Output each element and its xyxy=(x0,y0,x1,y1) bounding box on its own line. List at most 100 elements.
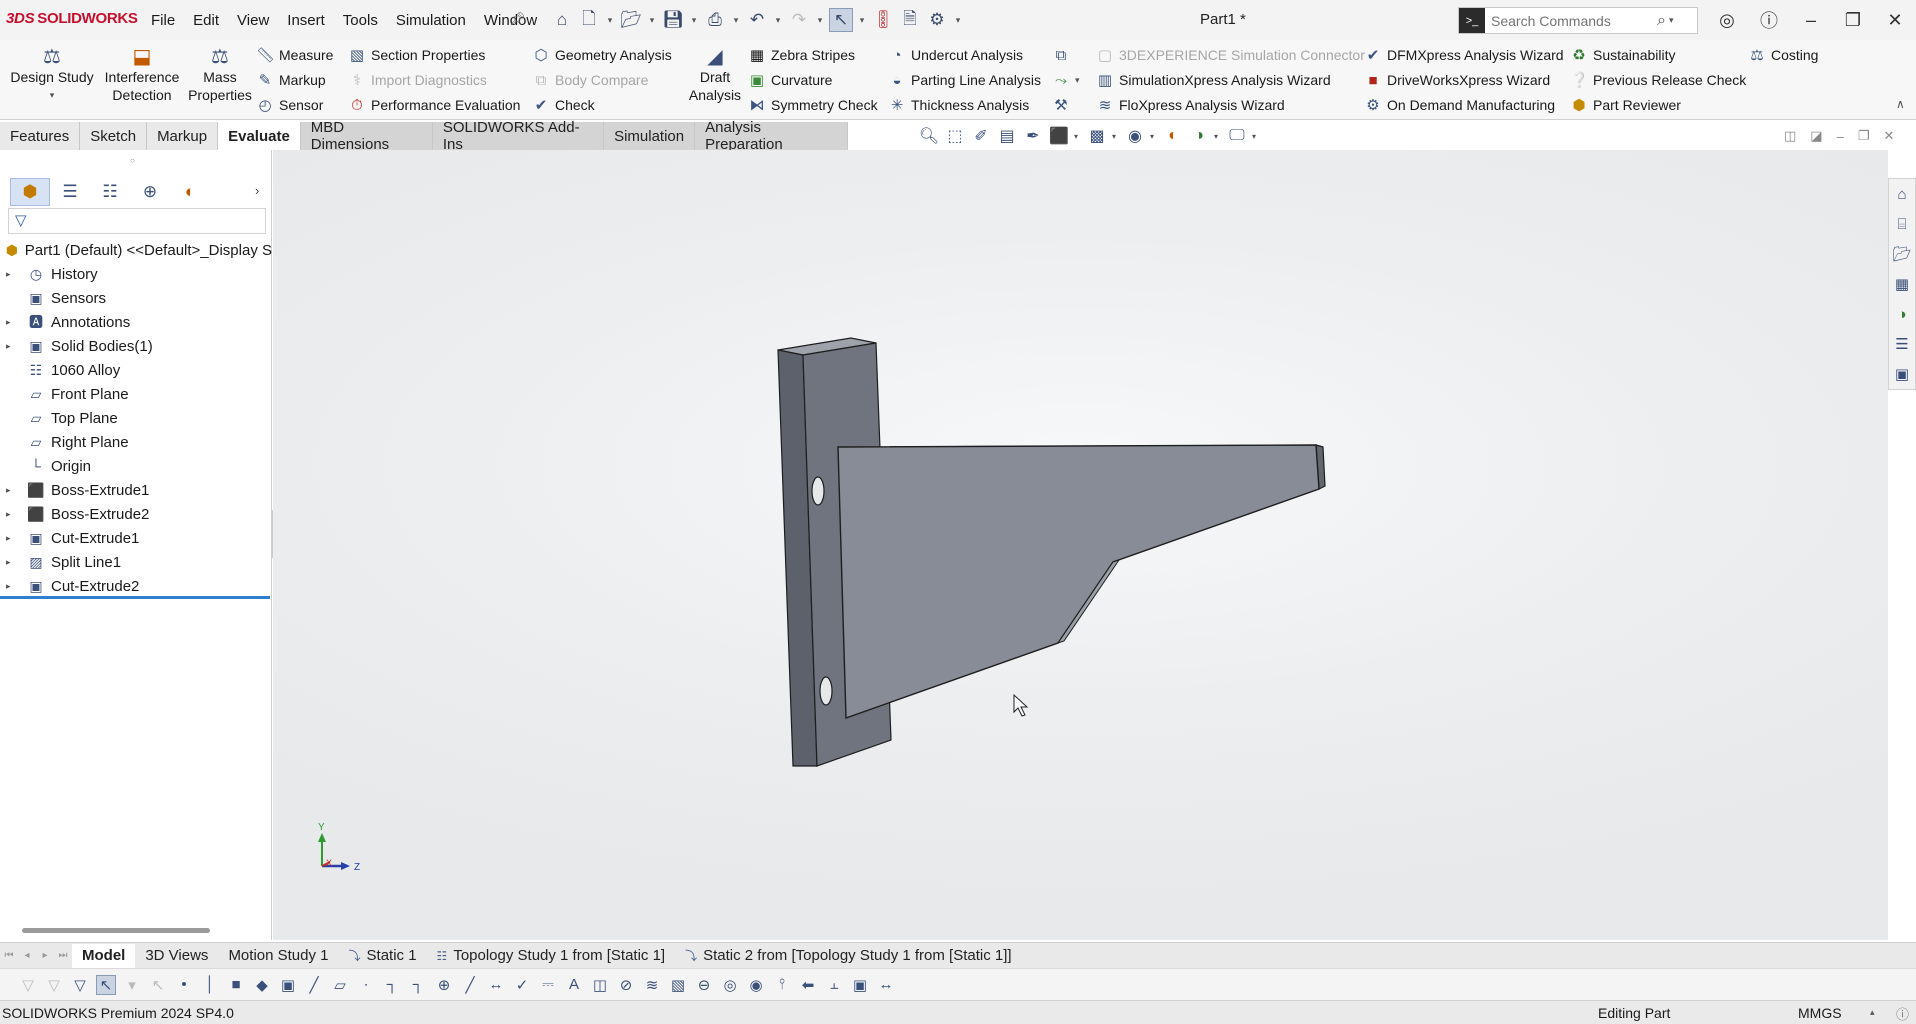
display-style-dropdown-icon[interactable]: ▾ xyxy=(1112,132,1120,141)
tab-solidworks-add-ins[interactable]: SOLIDWORKS Add-Ins xyxy=(432,119,605,153)
clear-filters-icon[interactable]: ▽ xyxy=(44,976,64,994)
smart-select-icon[interactable]: ↖ xyxy=(148,976,168,994)
draft-analysis-button[interactable]: ◢ Draft Analysis xyxy=(688,46,742,104)
tree-root-part[interactable]: ⬢ Part1 (Default) <<Default>_Display S xyxy=(0,238,272,262)
design-library-icon[interactable]: ⌸ xyxy=(1889,209,1915,239)
filter-faces-icon[interactable]: ■ xyxy=(226,976,246,993)
interference-detection-button[interactable]: ⬓ Interference Detection xyxy=(100,46,184,104)
undo-icon[interactable]: ↶ xyxy=(745,8,769,32)
expand-icon[interactable]: ▸ xyxy=(6,341,18,352)
geometry-analysis-button[interactable]: ⬡ Geometry Analysis xyxy=(532,43,671,67)
tree-item-front-plane[interactable]: ▱ Front Plane xyxy=(0,382,272,406)
close-icon[interactable]: ✕ xyxy=(1874,6,1916,34)
undercut-analysis-button[interactable]: ◔ Undercut Analysis xyxy=(888,43,1023,67)
file-properties-icon[interactable]: 🗎︎ xyxy=(898,8,922,32)
tree-item-split-line1[interactable]: ▸ ▨ Split Line1 xyxy=(0,550,272,574)
select-dropdown-icon[interactable]: ▾ xyxy=(856,15,868,26)
sensor-button[interactable]: ◴ Sensor xyxy=(256,93,323,117)
costing-button[interactable]: ⚖ Costing xyxy=(1748,43,1818,67)
filter-blocks-icon[interactable]: ▧ xyxy=(668,976,688,994)
previous-release-check-button[interactable]: ❔ Previous Release Check xyxy=(1570,68,1746,92)
apply-scene-dropdown-icon[interactable]: ▾ xyxy=(1214,132,1222,141)
select-cursor-icon[interactable]: ↖ xyxy=(829,8,853,32)
custom-properties-icon[interactable]: ☰ xyxy=(1889,329,1915,359)
expand-icon[interactable]: ▸ xyxy=(6,533,18,544)
search-icon[interactable]: ⌕ xyxy=(1657,12,1666,30)
display-style-icon[interactable]: ▩ xyxy=(1086,126,1108,146)
unit-system[interactable]: MMGS xyxy=(1798,1005,1842,1021)
select-tool-icon[interactable]: ↖ xyxy=(96,974,116,995)
3dexperience-simulation-connector-button[interactable]: ▢ 3DEXPERIENCE Simulation Connector xyxy=(1096,43,1365,67)
selection-filter-icon[interactable]: ▽ xyxy=(70,976,90,994)
expand-icon[interactable]: ▸ xyxy=(6,485,18,496)
rollback-bar[interactable] xyxy=(0,596,270,599)
tree-item-cut-extrude2[interactable]: ▸ ▣ Cut-Extrude2 xyxy=(0,574,272,598)
previous-view-icon[interactable]: ✐ xyxy=(970,126,992,146)
solidworks-logo[interactable]: 3DS SOLIDWORKS xyxy=(6,10,138,27)
import-diagnostics-button[interactable]: ⚕ Import Diagnostics xyxy=(348,68,487,92)
print-dropdown-icon[interactable]: ▾ xyxy=(730,15,742,26)
filter-edges-icon[interactable]: │ xyxy=(200,976,220,993)
filter-notes-icon[interactable]: A xyxy=(564,976,584,993)
tree-item-material[interactable]: ☷ 1060 Alloy xyxy=(0,358,272,382)
viewport-restore-icon[interactable]: ❐ xyxy=(1858,128,1870,144)
filter-surface-bodies-icon[interactable]: ◆ xyxy=(252,976,272,994)
open-icon[interactable]: 📂︎ xyxy=(619,8,643,32)
symmetry-check-button[interactable]: ⧑ Symmetry Check xyxy=(748,93,878,117)
measure-button[interactable]: 📏︎ Measure xyxy=(256,43,333,67)
restore-icon[interactable]: ❐ xyxy=(1832,6,1874,34)
deviation-analysis-button[interactable]: ⤳ ▾ xyxy=(1052,68,1080,92)
filter-solid-bodies-icon[interactable]: ▣ xyxy=(278,976,298,994)
expand-icon[interactable]: ▸ xyxy=(6,557,18,568)
tree-horizontal-scrollbar[interactable] xyxy=(22,928,210,933)
help-icon[interactable]: ⓘ xyxy=(1748,6,1790,34)
performance-evaluation-button[interactable]: ⏱ Performance Evaluation xyxy=(348,93,520,117)
filter-vertices-icon[interactable]: • xyxy=(174,976,194,993)
tree-item-cut-extrude1[interactable]: ▸ ▣ Cut-Extrude1 xyxy=(0,526,272,550)
scale-tools-button[interactable]: ⚒ xyxy=(1052,93,1070,117)
tab-motion-study-1[interactable]: Motion Study 1 xyxy=(218,944,338,968)
tree-item-right-plane[interactable]: ▱ Right Plane xyxy=(0,430,272,454)
tab-simulation[interactable]: Simulation xyxy=(604,122,696,150)
design-study-button[interactable]: ⚖ Design Study ▾ xyxy=(8,46,96,104)
tree-filter-field[interactable]: ▽ xyxy=(8,208,266,234)
account-icon[interactable]: ◎ xyxy=(1706,6,1748,34)
solidworks-forum-icon[interactable]: ▣ xyxy=(1889,359,1915,389)
tab-topology-study-1[interactable]: ☷ Topology Study 1 from [Static 1] xyxy=(427,944,676,968)
menu-edit[interactable]: Edit xyxy=(184,10,228,31)
driveworksxpress-button[interactable]: ■ DriveWorksXpress Wizard xyxy=(1364,68,1550,92)
tree-item-boss-extrude1[interactable]: ▸ ⬛ Boss-Extrude1 xyxy=(0,478,272,502)
part-model-view[interactable]: Y X Z xyxy=(273,150,1888,940)
select-dropdown-icon[interactable]: ▾ xyxy=(122,976,142,994)
previous-tab-icon[interactable]: ◂ xyxy=(18,950,36,961)
filter-cables-icon[interactable]: ⫠ xyxy=(824,976,844,993)
simulationxpress-button[interactable]: ▥ SimulationXpress Analysis Wizard xyxy=(1096,68,1331,92)
view-orientation-dropdown-icon[interactable]: ▾ xyxy=(1074,132,1082,141)
body-compare-button[interactable]: ⧉ Body Compare xyxy=(532,68,649,92)
tile-left-icon[interactable]: ◫ xyxy=(1784,128,1796,144)
filter-center-marks-icon[interactable]: ⊕ xyxy=(434,976,454,994)
sustainability-button[interactable]: ♻ Sustainability xyxy=(1570,43,1675,67)
zebra-stripes-button[interactable]: ▦ Zebra Stripes xyxy=(748,43,855,67)
redo-dropdown-icon[interactable]: ▾ xyxy=(814,15,826,26)
filter-dimensions-icon[interactable]: ↔ xyxy=(486,976,506,993)
dynamic-annotation-icon[interactable]: ✒ xyxy=(1022,126,1044,146)
filter-weld-symbols-icon[interactable]: ⎓ xyxy=(538,976,558,993)
expand-panel-arrow-icon[interactable]: › xyxy=(255,183,259,198)
tile-right-icon[interactable]: ◪ xyxy=(1810,128,1822,144)
open-dropdown-icon[interactable]: ▾ xyxy=(646,15,658,26)
tab-sketch[interactable]: Sketch xyxy=(80,122,148,150)
expand-icon[interactable]: ▸ xyxy=(6,269,18,280)
tree-item-boss-extrude2[interactable]: ▸ ⬛ Boss-Extrude2 xyxy=(0,502,272,526)
new-dropdown-icon[interactable]: ▾ xyxy=(604,15,616,26)
tree-item-solid-bodies[interactable]: ▸ ▣ Solid Bodies(1) xyxy=(0,334,272,358)
tab-model[interactable]: Model xyxy=(72,943,136,968)
filter-toggle-icon[interactable]: ▽ xyxy=(18,976,38,994)
appearances-icon[interactable]: ◑ xyxy=(1889,299,1915,329)
viewport-minimize-icon[interactable]: – xyxy=(1837,129,1844,144)
compare-documents-button[interactable]: ⧉ xyxy=(1052,43,1070,67)
mass-properties-button[interactable]: ⚖︎ Mass Properties xyxy=(188,46,252,104)
expand-icon[interactable]: ▸ xyxy=(6,581,18,592)
view-settings-icon[interactable]: 🖵︎ xyxy=(1226,127,1248,145)
view-settings-dropdown-icon[interactable]: ▾ xyxy=(1252,132,1260,141)
